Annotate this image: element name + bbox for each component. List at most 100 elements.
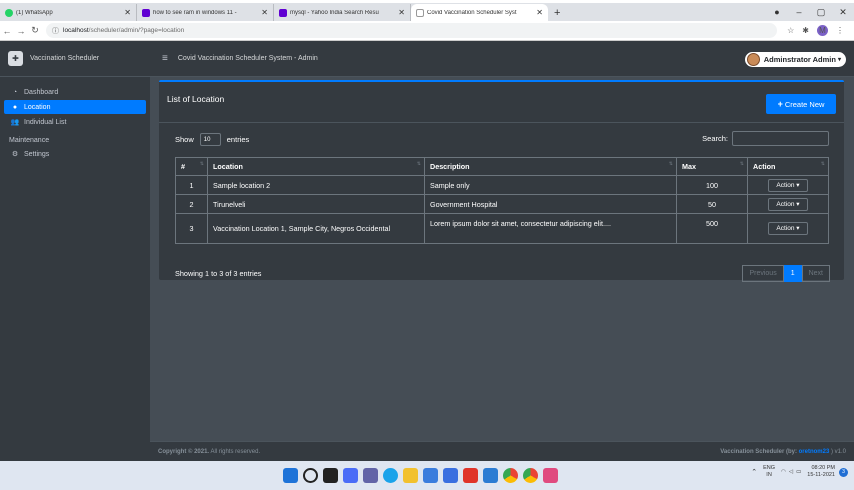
author-link[interactable]: oretnom23	[799, 449, 830, 455]
teams-chat-icon[interactable]	[363, 468, 378, 483]
sort-icon: ⇅	[668, 161, 673, 167]
sidebar-section-header: Maintenance	[9, 137, 50, 144]
forward-icon[interactable]: →	[14, 26, 28, 36]
language-code: ENG	[763, 465, 776, 471]
taskbar-apps	[283, 468, 563, 483]
sidebar-item-label: Individual List	[24, 118, 67, 126]
word-icon[interactable]	[483, 468, 498, 483]
maximize-icon[interactable]: ▢	[810, 7, 832, 18]
cell-number: 1	[175, 175, 208, 195]
table-header-row: # ⇅ Location ⇅ Description ⇅ Max ⇅ Action ⇅	[175, 157, 829, 176]
action-label: Action	[776, 225, 795, 232]
hamburger-menu-icon[interactable]: ≡	[162, 53, 168, 64]
whatsapp-icon	[5, 8, 13, 17]
windows-start-icon[interactable]	[283, 468, 298, 483]
card-title: List of Location	[167, 94, 225, 104]
photos-icon[interactable]	[543, 468, 558, 483]
sidebar-nav: ◔ Dashboard ● Location 👥 Individual List…	[0, 77, 150, 161]
pagination: Previous 1 Next	[742, 265, 830, 282]
previous-page-button[interactable]: Previous	[742, 265, 784, 282]
site-info-icon[interactable]: ⓘ	[52, 26, 59, 36]
action-dropdown-button[interactable]: Action ▾	[768, 178, 808, 192]
browser-tab-vaccination[interactable]: Covid Vaccination Scheduler Syst ✕	[411, 4, 548, 21]
new-tab-icon[interactable]: +	[554, 7, 560, 19]
cell-location: Tirunelveli	[207, 194, 425, 214]
user-menu-button[interactable]: Adminstrator Admin ▾	[744, 52, 846, 67]
footer-credit: Vaccination Scheduler (by: oretnom23 ) v…	[720, 449, 846, 455]
sidebar-item-dashboard[interactable]: ◔ Dashboard	[4, 85, 146, 99]
clock[interactable]: 08:20 PM 15-11-2021	[807, 465, 835, 479]
widgets-icon[interactable]	[343, 468, 358, 483]
table-row: 3 Vaccination Location 1, Sample City, N…	[175, 213, 829, 244]
url-input[interactable]: ⓘ localhost/scheduler/admin/?page=locati…	[46, 23, 778, 38]
cell-description: Sample only	[424, 175, 677, 195]
cell-max: 100	[676, 175, 748, 195]
create-new-button[interactable]: + Create New	[766, 94, 836, 114]
reload-icon[interactable]: ↻	[28, 25, 42, 36]
url-path: /scheduler/admin/?page=location	[88, 27, 185, 34]
column-header-action[interactable]: Action ⇅	[747, 157, 829, 176]
browser-tab-whatsapp[interactable]: (1) WhatsApp ✕	[0, 4, 137, 21]
chrome-icon[interactable]	[503, 468, 518, 483]
brand[interactable]: ✚ Vaccination Scheduler	[0, 41, 150, 77]
minimize-icon[interactable]: –	[788, 7, 810, 17]
task-view-icon[interactable]	[323, 468, 338, 483]
column-header-number[interactable]: # ⇅	[175, 157, 208, 176]
close-tab-icon[interactable]: ✕	[398, 8, 405, 17]
cell-description: Government Hospital	[424, 194, 677, 214]
store-icon[interactable]	[443, 468, 458, 483]
search-control: Search:	[702, 131, 829, 146]
action-label: Action	[776, 181, 795, 189]
browser-tab-yahoo-mysql[interactable]: mysql - Yahoo India Search Resu ✕	[274, 4, 411, 21]
close-window-icon[interactable]: ✕	[832, 7, 854, 18]
wifi-icon[interactable]: ◠	[781, 469, 786, 475]
sidebar-item-individual-list[interactable]: 👥 Individual List	[4, 115, 146, 129]
page-button-current[interactable]: 1	[783, 265, 802, 282]
yahoo-icon	[279, 8, 287, 17]
language-indicator[interactable]: ENG IN	[763, 465, 775, 479]
file-explorer-icon[interactable]	[403, 468, 418, 483]
close-tab-icon[interactable]: ✕	[536, 8, 543, 17]
sort-icon: ⇅	[416, 161, 421, 167]
cell-location: Sample location 2	[207, 175, 425, 195]
entries-length-select[interactable]: 10	[199, 133, 221, 146]
table-row: 2 Tirunelveli Government Hospital 50 Act…	[175, 194, 829, 214]
location-card: List of Location + Create New Show 10 en…	[159, 80, 844, 282]
sidebar-item-location[interactable]: ● Location	[4, 100, 146, 114]
search-input[interactable]	[732, 131, 829, 146]
tab-title: how to see ram in windows 11 -	[153, 9, 237, 16]
chevron-up-icon[interactable]: ⌃	[751, 468, 757, 476]
sidebar-item-settings[interactable]: ⚙ Settings	[4, 147, 146, 161]
map-marker-icon: ●	[12, 103, 18, 111]
search-icon[interactable]	[303, 468, 318, 483]
edge-icon[interactable]	[383, 468, 398, 483]
close-tab-icon[interactable]: ✕	[261, 8, 268, 17]
column-header-description[interactable]: Description ⇅	[424, 157, 677, 176]
menu-dots-icon[interactable]: ⋮	[836, 26, 844, 35]
action-dropdown-button[interactable]: Action ▾	[768, 197, 808, 211]
cell-action: Action ▾	[747, 213, 829, 244]
profile-avatar[interactable]: M	[817, 25, 828, 36]
column-header-max[interactable]: Max ⇅	[676, 157, 748, 176]
close-tab-icon[interactable]: ✕	[124, 8, 131, 17]
settings-icon: ⚙	[11, 151, 19, 158]
tab-title: Covid Vaccination Scheduler Syst	[427, 9, 517, 16]
mail-icon[interactable]	[423, 468, 438, 483]
browser-tab-yahoo-ram[interactable]: how to see ram in windows 11 - ✕	[137, 4, 274, 21]
office-icon[interactable]	[463, 468, 478, 483]
battery-icon[interactable]: ▭	[796, 469, 801, 475]
chrome-profile-icon[interactable]	[523, 468, 538, 483]
next-page-button[interactable]: Next	[801, 265, 830, 282]
record-icon[interactable]: ●	[766, 7, 788, 17]
back-icon[interactable]: ←	[0, 26, 14, 36]
users-icon: 👥	[10, 119, 20, 126]
extensions-icon[interactable]: ✱	[802, 26, 809, 35]
notification-badge[interactable]: 3	[839, 467, 848, 477]
column-header-location[interactable]: Location ⇅	[207, 157, 425, 176]
volume-icon[interactable]: ◁	[789, 469, 793, 475]
entries-length-control: Show 10 entries	[175, 133, 249, 146]
action-dropdown-button[interactable]: Action ▾	[768, 222, 808, 235]
bookmark-star-icon[interactable]: ☆	[787, 26, 794, 35]
sort-icon: ⇅	[820, 161, 825, 167]
top-navbar: ≡ Covid Vaccination Scheduler System - A…	[150, 41, 854, 77]
